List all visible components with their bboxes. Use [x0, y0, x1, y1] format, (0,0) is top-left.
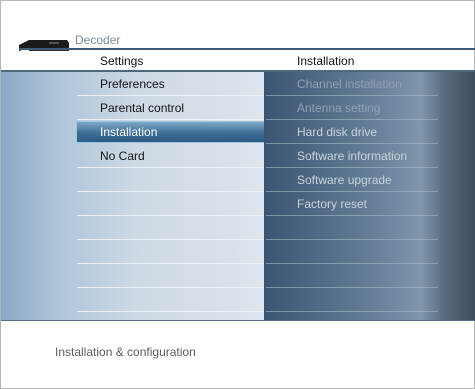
- submenu-item-antenna-setting[interactable]: Antenna setting: [264, 96, 475, 120]
- menu-empty-row: [1, 264, 264, 288]
- menu-empty-row: [1, 288, 264, 312]
- submenu-item-label: Factory reset: [297, 197, 368, 211]
- set-top-box-icon: [19, 40, 69, 51]
- submenu-item-software-upgrade[interactable]: Software upgrade: [264, 168, 475, 192]
- help-description: Installation & configuration: [55, 345, 196, 359]
- settings-column-title: Settings: [100, 54, 144, 68]
- menu-item-preferences[interactable]: Preferences: [1, 72, 264, 96]
- menu-item-parental-control[interactable]: Parental control: [1, 96, 264, 120]
- submenu-item-label: Channel installation: [297, 77, 402, 91]
- menu-item-label: Parental control: [100, 101, 185, 115]
- app-title: Decoder: [75, 33, 121, 47]
- submenu-item-label: Software information: [297, 149, 408, 163]
- menu-empty-row: [1, 168, 264, 192]
- settings-menu-panel: Preferences Parental control Installatio…: [1, 72, 264, 320]
- tv-menu-screen: Decoder Settings Installation Preference…: [0, 0, 475, 389]
- menu-empty-row: [1, 192, 264, 216]
- menu-item-label: No Card: [100, 149, 145, 163]
- submenu-item-hard-disk-drive[interactable]: Hard disk drive: [264, 120, 475, 144]
- footer-divider: [1, 320, 475, 321]
- submenu-item-factory-reset[interactable]: Factory reset: [264, 192, 475, 216]
- menu-item-label: Installation: [100, 125, 158, 139]
- menu-item-installation[interactable]: Installation: [1, 120, 264, 144]
- submenu-item-label: Hard disk drive: [297, 125, 378, 139]
- submenu-empty-row: [264, 288, 475, 312]
- submenu-item-label: Software upgrade: [297, 173, 392, 187]
- submenu-item-channel-installation[interactable]: Channel installation: [264, 72, 475, 96]
- menu-item-no-card[interactable]: No Card: [1, 144, 264, 168]
- header-divider: [19, 48, 475, 50]
- menu-empty-row: [1, 216, 264, 240]
- submenu-item-software-information[interactable]: Software information: [264, 144, 475, 168]
- submenu-empty-row: [264, 216, 475, 240]
- installation-submenu-panel: Channel installation Antenna setting Har…: [264, 72, 475, 320]
- submenu-item-label: Antenna setting: [297, 101, 381, 115]
- menu-item-label: Preferences: [100, 77, 165, 91]
- menu-empty-row: [1, 240, 264, 264]
- submenu-empty-row: [264, 264, 475, 288]
- installation-column-title: Installation: [297, 54, 355, 68]
- submenu-empty-row: [264, 240, 475, 264]
